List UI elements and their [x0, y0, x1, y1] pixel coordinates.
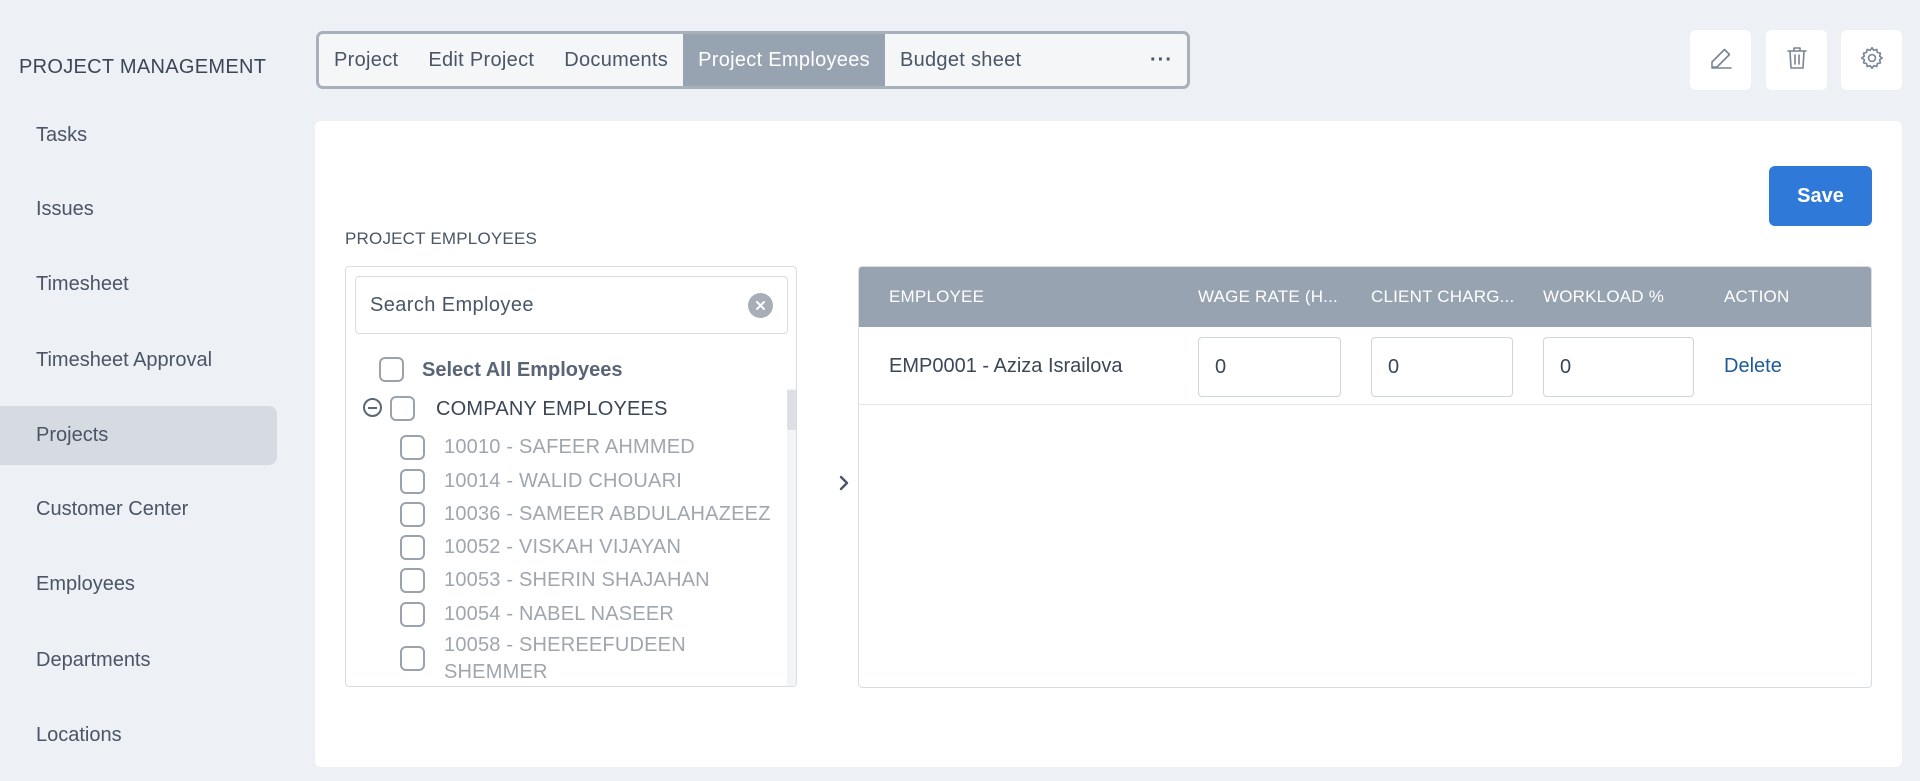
sidebar-item-tasks[interactable]: Tasks	[0, 106, 277, 165]
sidebar: PROJECT MANAGEMENT Tasks Issues Timeshee…	[0, 0, 290, 781]
employee-checkbox[interactable]	[400, 535, 425, 560]
sidebar-item-timesheet[interactable]: Timesheet	[0, 255, 277, 314]
group-label: COMPANY EMPLOYEES	[436, 398, 668, 420]
tabs-more-button[interactable]: ···	[1134, 34, 1187, 86]
tab-project-employees[interactable]: Project Employees	[683, 34, 885, 86]
sidebar-item-projects[interactable]: Projects	[0, 406, 277, 465]
project-tabs: Project Edit Project Documents Project E…	[316, 31, 1190, 89]
employee-option[interactable]: 10010 - SAFEER AHMMED	[444, 436, 695, 459]
tab-documents[interactable]: Documents	[549, 34, 683, 86]
sidebar-item-employees[interactable]: Employees	[0, 555, 277, 614]
employee-checkbox[interactable]	[400, 469, 425, 494]
edit-icon	[1709, 46, 1733, 75]
employee-option[interactable]: 10058 - SHEREEFUDEEN	[444, 634, 686, 657]
column-header-workload: WORKLOAD %	[1543, 287, 1665, 306]
project-employees-table: EMPLOYEE WAGE RATE (H... CLIENT CHARG...…	[858, 266, 1872, 688]
table-header: EMPLOYEE WAGE RATE (H... CLIENT CHARG...…	[859, 267, 1871, 327]
search-box	[355, 276, 788, 334]
employee-checkbox[interactable]	[400, 435, 425, 460]
sidebar-item-issues[interactable]: Issues	[0, 180, 277, 239]
gear-icon	[1859, 45, 1885, 76]
sidebar-item-locations[interactable]: Locations	[0, 706, 277, 765]
sidebar-item-timesheet-approval[interactable]: Timesheet Approval	[0, 331, 277, 390]
select-all-label: Select All Employees	[422, 359, 623, 381]
column-header-action: ACTION	[1724, 287, 1790, 306]
edit-button[interactable]	[1690, 30, 1751, 90]
clear-search-icon[interactable]	[748, 292, 773, 318]
section-title: PROJECT EMPLOYEES	[345, 229, 538, 248]
employee-option[interactable]: 10054 - NABEL NASEER	[444, 603, 674, 626]
tab-edit-project[interactable]: Edit Project	[413, 34, 549, 86]
column-header-employee: EMPLOYEE	[889, 287, 985, 306]
employee-option[interactable]: 10036 - SAMEER ABDULAHAZEEZ	[444, 503, 771, 526]
employee-option[interactable]: 10014 - WALID CHOUARI	[444, 470, 682, 493]
group-checkbox[interactable]	[390, 396, 415, 421]
employee-option[interactable]: 10053 - SHERIN SHAJAHAN	[444, 569, 710, 592]
column-header-client-charge: CLIENT CHARG...	[1371, 287, 1515, 306]
table-row: EMP0001 - Aziza Israilova Delete	[859, 327, 1871, 405]
employee-name-cell: EMP0001 - Aziza Israilova	[889, 354, 1123, 377]
add-employee-arrow-button[interactable]	[833, 470, 855, 500]
workload-input[interactable]	[1543, 337, 1694, 397]
employee-checkbox[interactable]	[400, 568, 425, 593]
delete-button[interactable]	[1766, 30, 1827, 90]
employee-checkbox[interactable]	[400, 602, 425, 627]
delete-row-link[interactable]: Delete	[1724, 327, 1782, 405]
trash-icon	[1785, 45, 1809, 76]
employee-checkbox[interactable]	[400, 646, 425, 671]
employee-picker: Select All Employees COMPANY EMPLOYEES 1…	[345, 266, 797, 687]
sidebar-title: PROJECT MANAGEMENT	[19, 56, 267, 78]
employee-checkbox[interactable]	[400, 502, 425, 527]
search-input[interactable]	[370, 293, 748, 317]
scrollbar-thumb[interactable]	[787, 390, 796, 430]
collapse-icon[interactable]	[363, 398, 382, 417]
sidebar-item-departments[interactable]: Departments	[0, 631, 277, 690]
wage-rate-input[interactable]	[1198, 337, 1341, 397]
scrollbar-track[interactable]	[787, 389, 796, 686]
select-all-checkbox[interactable]	[379, 357, 404, 382]
chevron-right-icon	[839, 475, 849, 496]
settings-button[interactable]	[1841, 30, 1902, 90]
employee-option[interactable]: 10052 - VISKAH VIJAYAN	[444, 536, 681, 559]
column-header-wage-rate: WAGE RATE (H...	[1198, 287, 1338, 306]
client-charge-input[interactable]	[1371, 337, 1513, 397]
save-button[interactable]: Save	[1769, 166, 1872, 226]
employee-option-continued[interactable]: SHEMMER	[444, 661, 548, 684]
tab-budget-sheet[interactable]: Budget sheet	[885, 34, 1036, 86]
tab-project[interactable]: Project	[319, 34, 413, 86]
sidebar-item-customer-center[interactable]: Customer Center	[0, 480, 277, 539]
